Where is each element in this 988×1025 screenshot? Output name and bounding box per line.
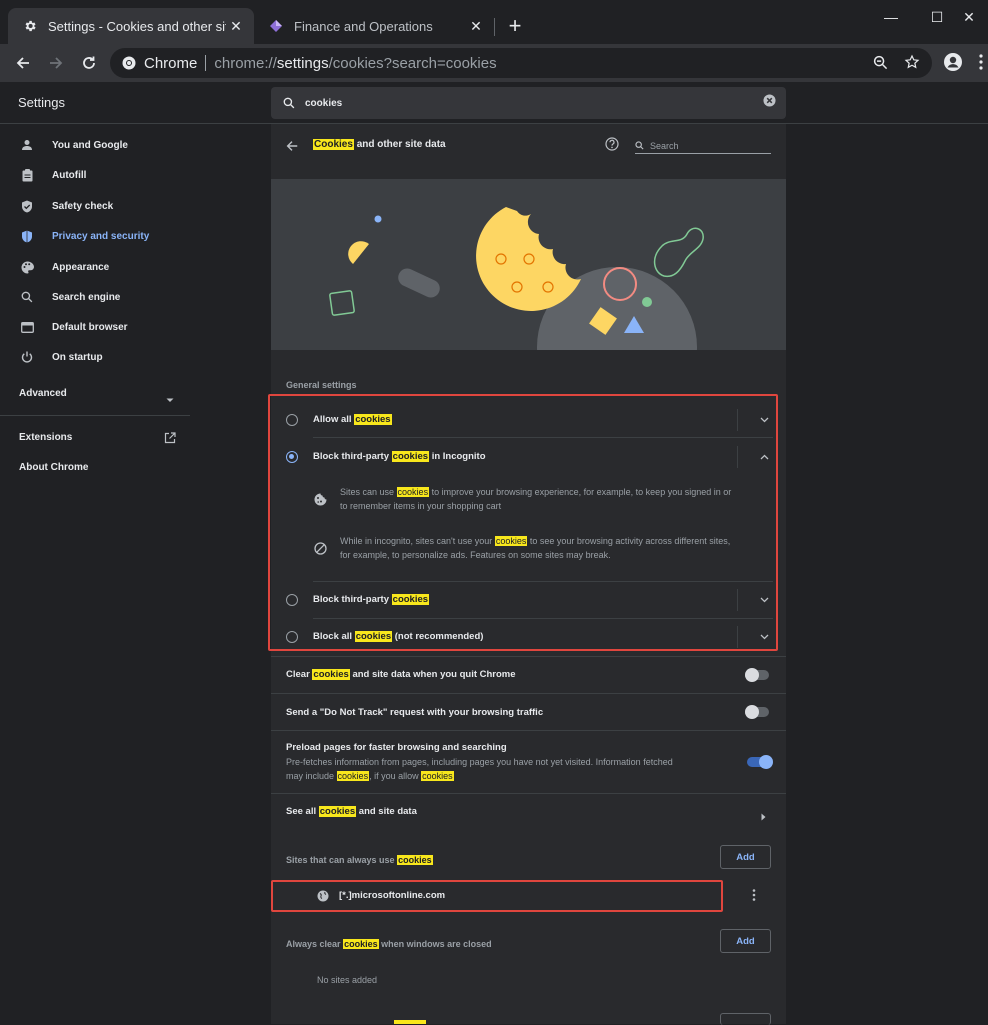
arrow-left-icon	[16, 57, 29, 69]
sidebar-item-privacy-and-security[interactable]: Privacy and security	[0, 221, 190, 251]
forward-button[interactable]	[43, 50, 69, 76]
sidebar-divider	[0, 415, 190, 416]
cookies-illustration	[271, 179, 786, 350]
sidebar-item-safety-check[interactable]: Safety check	[0, 191, 190, 221]
reload-icon	[83, 56, 95, 69]
tab-label: Finance and Operations	[294, 18, 433, 34]
tab-finance[interactable]: Finance and Operations ✕	[254, 8, 494, 44]
menu-dots-icon[interactable]	[974, 50, 988, 74]
page-search-field[interactable]: Search	[635, 138, 771, 154]
gear-icon	[22, 18, 38, 34]
external-link-icon[interactable]	[164, 431, 176, 449]
person-icon	[20, 138, 34, 152]
browser-icon	[20, 320, 34, 334]
url-text: chrome://settings/cookies?search=cookies	[214, 54, 497, 72]
omnibox-separator	[205, 55, 207, 71]
page-search-placeholder: Search	[650, 140, 679, 151]
settings-sidebar: You and Google Autofill Safety check Pri…	[0, 124, 190, 1024]
site-chip: Chrome	[122, 55, 197, 72]
address-bar[interactable]: Chrome chrome://settings/cookies?search=…	[110, 48, 932, 78]
section-separator	[271, 693, 786, 694]
sidebar-item-search-engine[interactable]: Search engine	[0, 282, 190, 312]
general-settings-highlight-box	[268, 394, 778, 651]
shield-check-icon	[20, 199, 34, 213]
chevron-right-icon[interactable]	[761, 808, 766, 826]
preload-toggle[interactable]	[747, 755, 773, 769]
chrome-icon	[122, 56, 136, 70]
help-icon[interactable]	[605, 137, 619, 156]
clear-search-icon[interactable]	[763, 94, 776, 112]
sidebar-about-chrome[interactable]: About Chrome	[19, 462, 88, 473]
always-clear-label: Always clear cookies when windows are cl…	[286, 939, 492, 949]
search-icon	[20, 290, 34, 304]
cookies-settings-card: Cookies and other site data Search Gener…	[268, 124, 786, 1025]
browser-toolbar: Chrome chrome://settings/cookies?search=…	[0, 44, 988, 82]
back-arrow-icon[interactable]	[285, 139, 299, 158]
reload-button[interactable]	[76, 50, 102, 76]
sidebar-item-you-and-google[interactable]: You and Google	[0, 130, 190, 160]
general-settings-label: General settings	[286, 380, 357, 390]
settings-title: Settings	[18, 95, 65, 110]
power-icon	[20, 350, 34, 364]
palette-icon	[20, 260, 34, 274]
site-entry-highlight-box	[271, 880, 723, 912]
page-title: Cookies and other site data	[313, 139, 446, 150]
search-icon	[635, 141, 644, 150]
search-input[interactable]: cookies	[305, 98, 763, 109]
tab-label: Settings - Cookies and other site	[48, 18, 226, 34]
add-always-clear-button[interactable]: Add	[720, 929, 771, 953]
tab-strip: Settings - Cookies and other site ✕ Fina…	[0, 0, 988, 44]
partial-highlight	[394, 1020, 426, 1024]
search-icon	[283, 97, 295, 109]
arrow-right-icon	[50, 57, 63, 69]
preload-title: Preload pages for faster browsing and se…	[286, 742, 507, 753]
minimize-button[interactable]: —	[868, 4, 914, 30]
section-separator	[271, 730, 786, 731]
shield-icon	[20, 229, 34, 243]
new-tab-button[interactable]: +	[503, 13, 527, 38]
sidebar-item-default-browser[interactable]: Default browser	[0, 312, 190, 342]
profile-avatar-icon[interactable]	[941, 50, 965, 74]
close-icon[interactable]: ✕	[466, 16, 486, 36]
always-use-label: Sites that can always use cookies	[286, 855, 433, 865]
close-icon[interactable]: ✕	[226, 16, 246, 36]
back-button[interactable]	[10, 50, 36, 76]
more-actions-icon[interactable]	[752, 888, 756, 906]
tab-settings[interactable]: Settings - Cookies and other site ✕	[8, 8, 254, 44]
clipboard-icon	[20, 168, 34, 182]
preload-description: Pre-fetches information from pages, incl…	[286, 757, 673, 781]
window-close-button[interactable]: ✕	[950, 4, 988, 30]
sidebar-item-on-startup[interactable]: On startup	[0, 342, 190, 372]
sidebar-advanced[interactable]: Advanced	[19, 388, 67, 399]
do-not-track-toggle[interactable]	[745, 705, 769, 719]
clear-on-quit-label: Clear cookies and site data when you qui…	[286, 669, 516, 680]
section-separator	[271, 793, 786, 794]
add-always-use-button[interactable]: Add	[720, 845, 771, 869]
site-label: Chrome	[144, 54, 198, 72]
tab-separator	[494, 18, 495, 36]
zoom-icon[interactable]	[868, 50, 892, 74]
diamond-logo-icon	[268, 18, 284, 34]
sidebar-extensions[interactable]: Extensions	[19, 432, 72, 443]
clear-on-quit-toggle[interactable]	[745, 668, 769, 682]
chevron-down-icon[interactable]	[166, 390, 174, 408]
page-header: Cookies and other site data Search	[271, 124, 786, 179]
add-button-partial[interactable]	[720, 1013, 771, 1025]
star-icon[interactable]	[900, 50, 924, 74]
section-separator	[271, 656, 786, 657]
do-not-track-label: Send a "Do Not Track" request with your …	[286, 707, 544, 718]
sidebar-item-autofill[interactable]: Autofill	[0, 160, 190, 190]
sidebar-item-appearance[interactable]: Appearance	[0, 252, 190, 282]
see-all-cookies-link[interactable]: See all cookies and site data	[286, 806, 417, 817]
settings-search-field[interactable]: cookies	[271, 87, 786, 119]
no-sites-added-text: No sites added	[317, 975, 378, 985]
